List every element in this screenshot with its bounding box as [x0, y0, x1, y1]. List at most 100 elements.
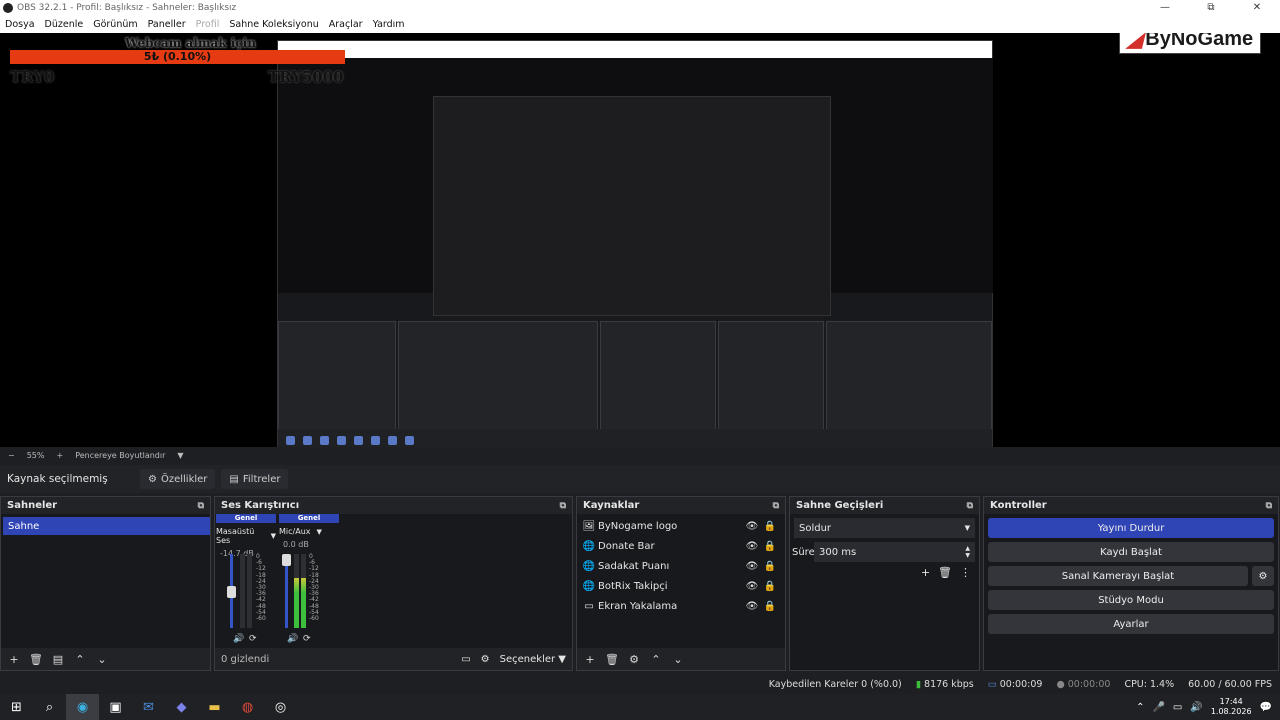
lock-icon[interactable]: 🔒 — [761, 521, 779, 532]
properties-button[interactable]: ⚙ Özellikler — [140, 469, 216, 489]
source-item[interactable]: 🖼 ByNogame logo 👁 🔒 — [577, 516, 785, 536]
close-button[interactable]: ✕ — [1234, 2, 1280, 13]
bynogame-mark-icon: ◢ — [1126, 33, 1143, 51]
spin-arrows-icon[interactable]: ▲ ▼ — [965, 545, 970, 559]
preview-canvas[interactable]: Webcam almak için 5₺ (0.10%) TRY0 TRY500… — [0, 33, 1280, 447]
mail-icon[interactable]: ✉ — [132, 694, 165, 720]
undock-icon[interactable]: ⧉ — [773, 501, 779, 511]
mixer-layout-icon[interactable]: ▭ — [461, 654, 470, 665]
globe-icon: 🌐 — [582, 540, 596, 552]
chevron-down-icon[interactable]: ▼ — [177, 451, 183, 460]
move-up-icon[interactable]: ⌃ — [71, 650, 89, 668]
move-down-icon[interactable]: ⌄ — [669, 650, 687, 668]
speaker-icon[interactable]: 🔊 — [287, 634, 298, 644]
lock-icon[interactable]: 🔒 — [761, 601, 779, 612]
add-source-icon[interactable]: + — [581, 650, 599, 668]
source-item[interactable]: 🌐 Donate Bar 👁 🔒 — [577, 536, 785, 556]
menu-duzenle[interactable]: Düzenle — [40, 19, 89, 30]
minimize-button[interactable]: — — [1142, 2, 1188, 13]
settings-button[interactable]: Ayarlar — [988, 614, 1274, 634]
stream-time: 00:00:09 — [999, 678, 1043, 690]
virtual-camera-gear-icon[interactable]: ⚙ — [1252, 566, 1274, 586]
tray-chevron-icon[interactable]: ⌃ — [1136, 702, 1144, 713]
filters-button[interactable]: ▤ Filtreler — [221, 469, 289, 489]
start-icon[interactable]: ⊞ — [0, 694, 33, 720]
search-icon[interactable]: ⌕ — [33, 694, 66, 720]
network-icon[interactable]: ▭ — [1173, 702, 1182, 713]
eye-icon[interactable]: 👁 — [743, 561, 761, 572]
maximize-button[interactable]: ⧉ — [1188, 2, 1234, 13]
transition-select[interactable]: Soldur ▼ — [794, 518, 975, 538]
eye-icon[interactable]: 👁 — [743, 541, 761, 552]
add-scene-icon[interactable]: + — [5, 650, 23, 668]
menu-paneller[interactable]: Paneller — [143, 19, 191, 30]
source-item[interactable]: 🌐 Sadakat Puanı 👁 🔒 — [577, 556, 785, 576]
start-recording-button[interactable]: Kaydı Başlat — [988, 542, 1274, 562]
undock-icon[interactable]: ⧉ — [1266, 501, 1272, 511]
menu-bar: Dosya Düzenle Görünüm Paneller Profil Sa… — [0, 15, 1280, 33]
nested-screen-capture — [277, 40, 993, 447]
source-item[interactable]: 🌐 BotRix Takipçi 👁 🔒 — [577, 576, 785, 596]
obs-app-icon — [3, 2, 13, 13]
mixer-advanced-icon[interactable]: ⚙ — [481, 654, 490, 665]
menu-araclar[interactable]: Araçlar — [324, 19, 368, 30]
teams-icon[interactable]: ◆ — [165, 694, 198, 720]
move-up-icon[interactable]: ⌃ — [647, 650, 665, 668]
scene-filters-icon[interactable]: ▤ — [49, 650, 67, 668]
file-explorer-icon[interactable]: ▬ — [198, 694, 231, 720]
store-icon[interactable]: ▣ — [99, 694, 132, 720]
zoom-in-button[interactable]: + — [56, 451, 63, 460]
donate-progress-bar: 5₺ (0.10%) — [10, 50, 345, 64]
eye-icon[interactable]: 👁 — [743, 521, 761, 532]
eye-icon[interactable]: 👁 — [743, 601, 761, 612]
eye-icon[interactable]: 👁 — [743, 581, 761, 592]
menu-sahne-koleksiyonu[interactable]: Sahne Koleksiyonu — [224, 19, 323, 30]
move-down-icon[interactable]: ⌄ — [93, 650, 111, 668]
scene-item-sahne[interactable]: Sahne — [3, 517, 210, 535]
menu-gorunum[interactable]: Görünüm — [88, 19, 142, 30]
menu-profil[interactable]: Profil — [191, 19, 225, 30]
volume-slider-desktop[interactable] — [227, 554, 236, 628]
menu-dosya[interactable]: Dosya — [0, 19, 40, 30]
chevron-down-icon: ▼ — [270, 532, 276, 540]
stop-streaming-button[interactable]: Yayını Durdur — [988, 518, 1274, 538]
chrome-icon[interactable]: ◍ — [231, 694, 264, 720]
start-virtual-camera-button[interactable]: Sanal Kamerayı Başlat — [988, 566, 1248, 586]
monitor-settings-icon[interactable]: ⟳ — [249, 634, 257, 644]
undock-icon[interactable]: ⧉ — [198, 501, 204, 511]
scale-mode-label[interactable]: Pencereye Boyutlandır — [75, 451, 165, 460]
obs-icon[interactable]: ◎ — [264, 694, 297, 720]
scenes-dock: Sahneler ⧉ Sahne + 🗑 ▤ ⌃ ⌄ — [0, 496, 211, 671]
delete-scene-icon[interactable]: 🗑 — [27, 650, 45, 668]
volume-slider-mic[interactable] — [282, 554, 291, 628]
lock-icon[interactable]: 🔒 — [761, 561, 779, 572]
edge-icon[interactable]: ◉ — [66, 694, 99, 720]
lock-icon[interactable]: 🔒 — [761, 581, 779, 592]
source-properties-icon[interactable]: ⚙ — [625, 650, 643, 668]
studio-mode-button[interactable]: Stüdyo Modu — [988, 590, 1274, 610]
undock-icon[interactable]: ⧉ — [967, 501, 973, 511]
undock-icon[interactable]: ⧉ — [560, 501, 566, 511]
add-transition-icon[interactable]: + — [921, 566, 930, 579]
mixer-options-button[interactable]: Seçenekler ▼ — [500, 654, 566, 665]
channel-db: 0.0 dB — [283, 540, 309, 549]
more-options-icon[interactable]: ⋮ — [960, 566, 971, 579]
delete-source-icon[interactable]: 🗑 — [603, 650, 621, 668]
monitor-settings-icon[interactable]: ⟳ — [303, 634, 311, 644]
volume-icon[interactable]: 🔊 — [1190, 702, 1202, 713]
menu-yardim[interactable]: Yardım — [368, 19, 410, 30]
source-item[interactable]: ▭ Ekran Yakalama 👁 🔒 — [577, 596, 785, 616]
preview-zoom-bar: − 55% + Pencereye Boyutlandır ▼ — [0, 447, 1280, 463]
status-bar: Kaybedilen Kareler 0 (%0.0) ▮ 8176 kbps … — [0, 675, 1280, 693]
duration-spinbox[interactable]: 300 ms ▲ ▼ — [814, 542, 975, 562]
image-icon: 🖼 — [582, 520, 596, 532]
speaker-icon[interactable]: 🔊 — [233, 634, 244, 644]
lock-icon[interactable]: 🔒 — [761, 541, 779, 552]
clock[interactable]: 17:44 1.08.2026 — [1211, 697, 1252, 717]
duration-label: Süre — [792, 546, 815, 558]
hidden-count: 0 gizlendi — [221, 653, 270, 665]
mic-icon[interactable]: 🎤 — [1152, 702, 1164, 713]
notification-icon[interactable]: 💬 — [1260, 702, 1272, 713]
delete-transition-icon[interactable]: 🗑 — [938, 566, 952, 579]
zoom-out-button[interactable]: − — [8, 451, 15, 460]
